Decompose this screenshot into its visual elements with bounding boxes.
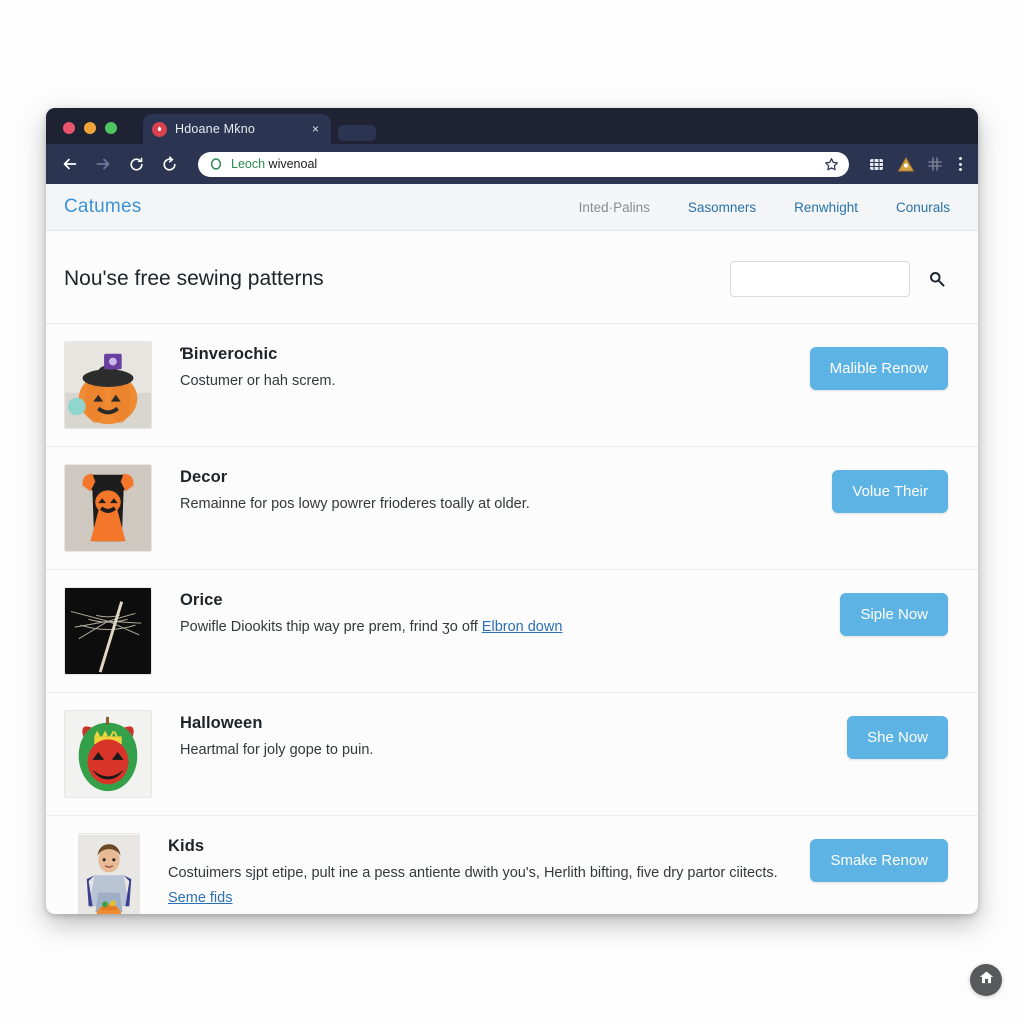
browser-tab[interactable]: Hdoane Mƙno ×	[143, 114, 331, 144]
list-item-description: Costumer or hah screm.	[180, 373, 336, 390]
cta-button[interactable]: Malible Renow	[809, 347, 948, 391]
list-item-title: Decor	[180, 468, 228, 487]
pattern-list: Ɓinverochic Costumer or hah screm. Malib…	[46, 324, 978, 914]
address-bar-text: Leoch wivenoal	[231, 157, 317, 171]
search-area	[730, 261, 948, 298]
grid-extension-icon[interactable]	[868, 156, 885, 173]
page-title: Nou'se free sewing patterns	[64, 267, 324, 291]
back-arrow-icon[interactable]	[56, 150, 84, 178]
list-item-title: Halloween	[180, 714, 263, 733]
maximize-window-button[interactable]	[105, 122, 117, 134]
minimize-window-button[interactable]	[84, 122, 96, 134]
window-controls	[46, 122, 117, 144]
kebab-menu-icon[interactable]	[955, 157, 966, 171]
url-host: Leoch	[231, 157, 266, 171]
green-monster-pumpkin-photo	[64, 710, 152, 799]
browser-toolbar: Leoch wivenoal	[46, 144, 978, 184]
boy-with-pumpkin-bucket-photo	[78, 833, 140, 914]
list-item-title: Kids	[168, 837, 205, 856]
list-item-description: Remainne for pos lowy powrer frioderes t…	[180, 496, 530, 513]
list-item-description: Powifle Diookits thip way pre prem, frin…	[180, 617, 820, 637]
toolbar-icons	[868, 156, 966, 173]
new-tab-button[interactable]	[338, 125, 376, 141]
search-input[interactable]	[730, 261, 910, 298]
site-navigation: Catumes Inted·Palins Sasomners Renwhight…	[46, 184, 978, 231]
list-item-title: Ɓinverochic	[180, 345, 278, 364]
warning-triangle-icon[interactable]	[897, 156, 915, 173]
faded-puzzle-icon[interactable]	[927, 156, 943, 172]
list-item-body: Orice Powifle Diookits thip way pre prem…	[152, 587, 840, 637]
close-tab-button[interactable]: ×	[309, 121, 322, 137]
orange-pumpkin-dress-photo	[64, 464, 152, 553]
list-item[interactable]: Decor Remainne for pos lowy powrer friod…	[46, 447, 978, 571]
list-item-body: Ɓinverochic Costumer or hah screm.	[152, 341, 810, 391]
address-bar[interactable]: Leoch wivenoal	[198, 151, 849, 177]
list-item-description: Costuimers sjpt etipe, pult ine a pess a…	[168, 865, 778, 882]
list-item[interactable]: Halloween Heartmal for joly gope to puin…	[46, 693, 978, 817]
list-item[interactable]: Kids Costuimers sjpt etipe, pult ine a p…	[46, 816, 978, 914]
tab-title: Hdoane Mƙno	[175, 122, 256, 136]
forward-arrow-icon[interactable]	[89, 150, 117, 178]
home-fab-button[interactable]	[970, 964, 1002, 996]
nav-link-conurals[interactable]: Conurals	[896, 200, 950, 215]
pumpkin-witch-hat-photo	[64, 341, 152, 430]
search-icon[interactable]	[926, 268, 948, 290]
list-item-body: Halloween Heartmal for joly gope to puin…	[152, 710, 847, 760]
url-path: wivenoal	[265, 157, 318, 171]
list-item-description-text: Powifle Diookits thip way pre prem, frin…	[180, 619, 482, 636]
screen: Hdoane Mƙno × Leoch wivenoal Catumes Int…	[0, 0, 1024, 1024]
list-item-description: Heartmal for joly gope to puin.	[180, 742, 374, 759]
list-item-title: Orice	[180, 591, 223, 610]
cta-button[interactable]: She Now	[847, 716, 948, 760]
spider-web-black-photo	[64, 587, 152, 676]
list-item-body: Decor Remainne for pos lowy powrer friod…	[152, 464, 832, 514]
site-brand[interactable]: Catumes	[64, 196, 141, 218]
nav-link-renwhight[interactable]: Renwhight	[794, 200, 858, 215]
close-window-button[interactable]	[63, 122, 75, 134]
browser-window: Hdoane Mƙno × Leoch wivenoal Catumes Int…	[46, 108, 978, 914]
list-item-link[interactable]: Seme fids	[168, 890, 232, 906]
list-item-body: Kids Costuimers sjpt etipe, pult ine a p…	[140, 833, 810, 907]
list-item[interactable]: Ɓinverochic Costumer or hah screm. Malib…	[46, 324, 978, 448]
nav-link-sasomners[interactable]: Sasomners	[688, 200, 756, 215]
page-viewport: Catumes Inted·Palins Sasomners Renwhight…	[46, 184, 978, 914]
green-shield-lock-icon	[209, 157, 223, 171]
list-item[interactable]: Orice Powifle Diookits thip way pre prem…	[46, 570, 978, 694]
reload-icon[interactable]	[122, 150, 150, 178]
cta-button[interactable]: Volue Their	[832, 470, 948, 514]
home-icon	[978, 969, 995, 991]
list-item-inline-link[interactable]: Elbron down	[482, 619, 563, 635]
nav-link-inted-palins[interactable]: Inted·Palins	[579, 200, 650, 215]
browser-titlebar: Hdoane Mƙno ×	[46, 108, 978, 144]
refresh-icon[interactable]	[155, 150, 183, 178]
cta-button[interactable]: Siple Now	[840, 593, 948, 637]
nav-links: Inted·Palins Sasomners Renwhight Conural…	[579, 200, 950, 215]
page-header: Nou'se free sewing patterns	[46, 231, 978, 325]
tab-favicon-icon	[152, 121, 167, 137]
cta-button[interactable]: Smake Renow	[810, 839, 948, 883]
bookmark-star-icon[interactable]	[824, 157, 839, 172]
